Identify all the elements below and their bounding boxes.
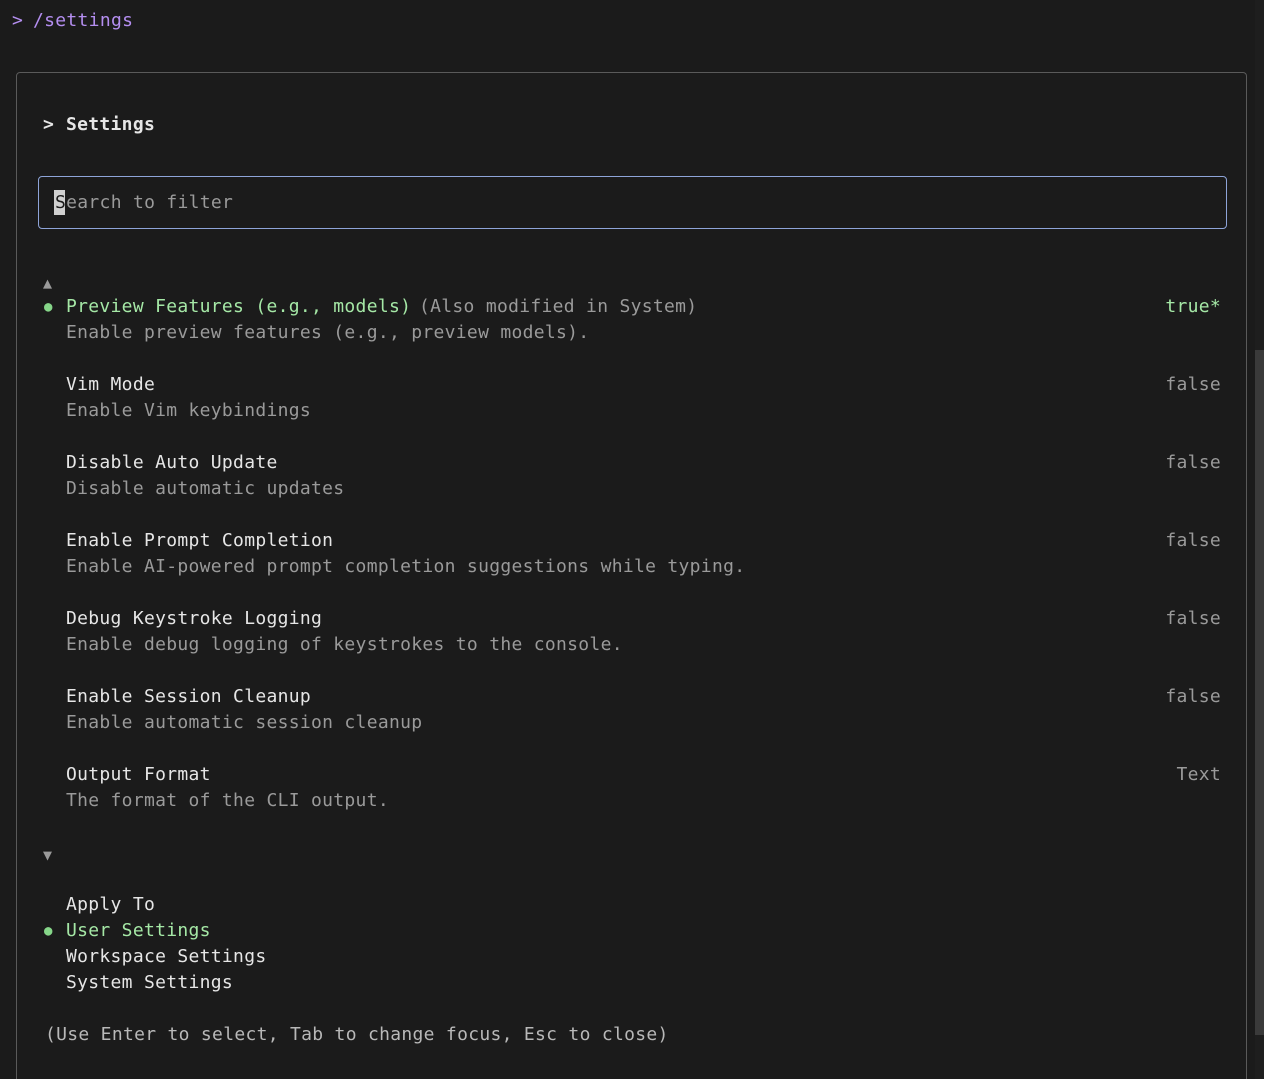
selected-bullet-icon: ● — [44, 299, 53, 315]
search-placeholder: Search to filter — [55, 190, 233, 216]
settings-item-description: The format of the CLI output. — [66, 790, 389, 811]
settings-item-value[interactable]: false — [1165, 450, 1221, 476]
search-placeholder-rest: earch to filter — [66, 192, 234, 213]
settings-item-label: Enable Prompt Completion — [66, 530, 334, 551]
apply-to-option[interactable]: Workspace Settings — [66, 944, 266, 970]
dialog-title: Settings — [66, 114, 156, 135]
apply-to-option[interactable]: User Settings — [66, 918, 211, 944]
search-placeholder-first-char: S — [55, 192, 67, 213]
settings-item-label: Vim Mode — [66, 374, 156, 395]
settings-item-description: Enable preview features (e.g., preview m… — [66, 322, 590, 343]
settings-item-label: Disable Auto Update — [66, 452, 278, 473]
dialog-title-caret-icon: > — [43, 114, 55, 135]
settings-item-description: Enable automatic session cleanup — [66, 712, 423, 733]
settings-item-value[interactable]: true* — [1165, 294, 1221, 320]
scroll-down-indicator-icon[interactable]: ▼ — [43, 842, 52, 868]
settings-item-scope-note: (Also modified in System) — [419, 296, 698, 317]
settings-item-label: Preview Features (e.g., models) — [66, 296, 412, 317]
settings-item-value[interactable]: false — [1165, 606, 1221, 632]
apply-to-heading: Apply To — [66, 894, 156, 915]
settings-item-value[interactable]: false — [1165, 372, 1221, 398]
apply-to-option[interactable]: System Settings — [66, 970, 233, 996]
scroll-up-indicator-icon[interactable]: ▲ — [43, 270, 52, 296]
settings-item-value[interactable]: false — [1165, 684, 1221, 710]
settings-item-label: Enable Session Cleanup — [66, 686, 312, 707]
settings-item-description: Enable AI-powered prompt completion sugg… — [66, 556, 746, 577]
settings-item-description: Enable Vim keybindings — [66, 400, 312, 421]
scrollbar-thumb[interactable] — [1255, 350, 1264, 1035]
keyboard-hint: (Use Enter to select, Tab to change focu… — [45, 1024, 669, 1045]
selected-bullet-icon: ● — [44, 923, 53, 939]
settings-item-label: Output Format — [66, 764, 211, 785]
settings-item-value[interactable]: false — [1165, 528, 1221, 554]
command-text: /settings — [33, 10, 134, 31]
command-prompt-caret: > — [12, 10, 24, 31]
settings-item-description: Enable debug logging of keystrokes to th… — [66, 634, 623, 655]
settings-item-value[interactable]: Text — [1176, 762, 1221, 788]
settings-item-label: Debug Keystroke Logging — [66, 608, 323, 629]
settings-item-description: Disable automatic updates — [66, 478, 345, 499]
